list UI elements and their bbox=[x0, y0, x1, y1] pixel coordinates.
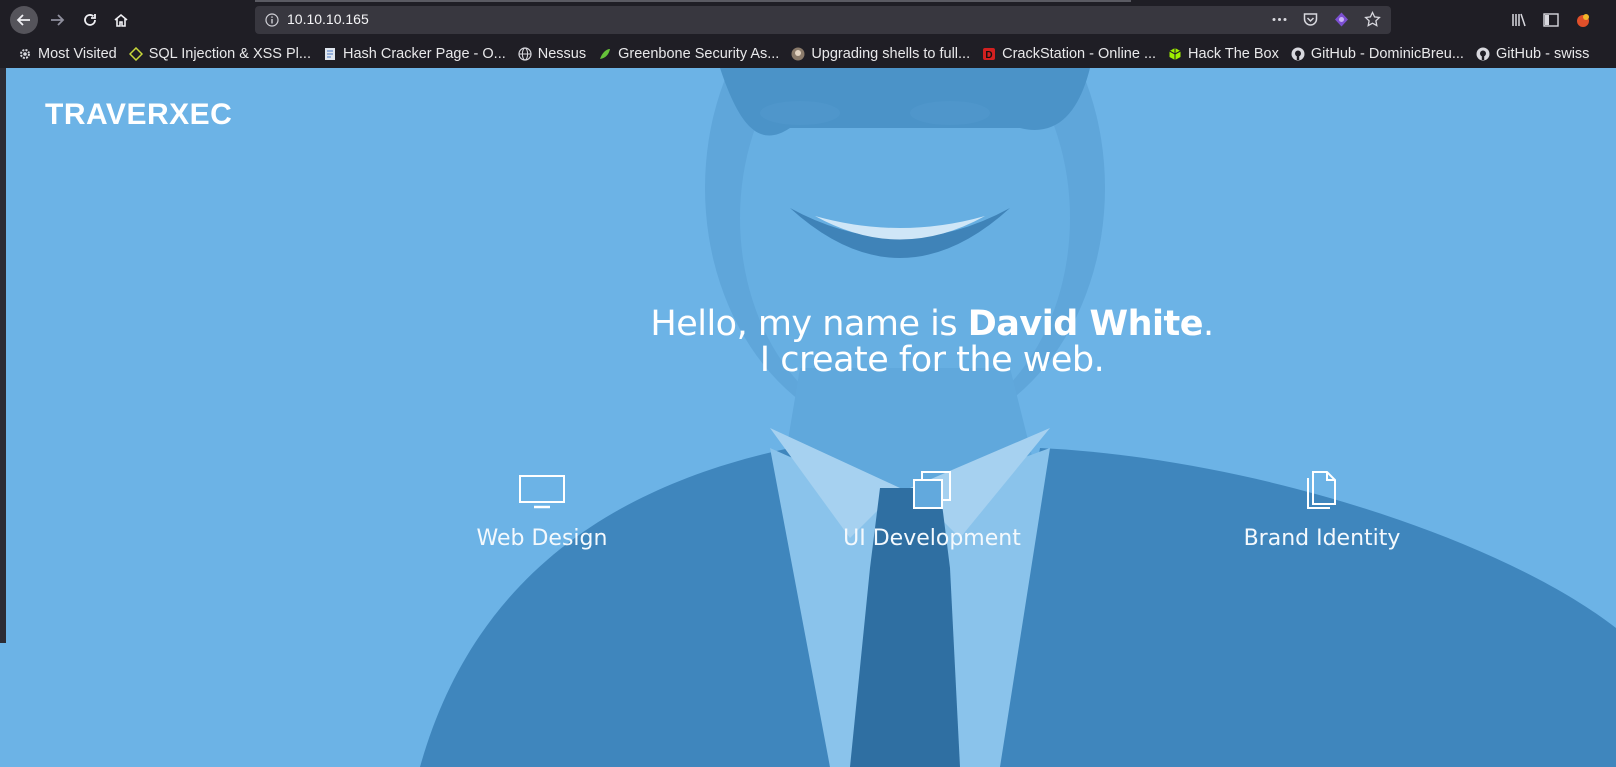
site-logo[interactable]: TRAVERXEC bbox=[45, 98, 232, 132]
home-button[interactable] bbox=[107, 6, 135, 34]
back-button[interactable] bbox=[10, 6, 38, 34]
github-icon bbox=[1476, 47, 1490, 61]
forward-button[interactable] bbox=[43, 6, 71, 34]
library-icon[interactable] bbox=[1510, 11, 1528, 29]
gear-icon bbox=[18, 47, 32, 61]
service-label: UI Development bbox=[843, 526, 1021, 551]
service-label: Web Design bbox=[476, 526, 608, 551]
globe-icon bbox=[518, 47, 532, 61]
url-text[interactable]: 10.10.10.165 bbox=[287, 11, 369, 27]
service-label: Brand Identity bbox=[1243, 526, 1401, 551]
reload-icon bbox=[84, 14, 96, 26]
bookmark-label: Greenbone Security As... bbox=[618, 46, 780, 62]
hero-greeting: Hello, my name is David White. bbox=[124, 304, 1616, 344]
github-icon bbox=[1291, 47, 1305, 61]
bookmark-github-swiss[interactable]: GitHub - swiss bbox=[1476, 46, 1589, 62]
bookmark-label: Upgrading shells to full... bbox=[811, 46, 971, 62]
documents-icon bbox=[1307, 471, 1336, 509]
more-actions-icon[interactable] bbox=[1271, 11, 1288, 28]
crackstation-icon: D bbox=[982, 47, 996, 61]
bookmark-nessus[interactable]: Nessus bbox=[518, 46, 586, 62]
url-bar[interactable]: 10.10.10.165 bbox=[255, 0, 1391, 34]
bookmark-most-visited[interactable]: Most Visited bbox=[18, 46, 117, 62]
browser-toolbar: 10.10.10.165 bbox=[0, 0, 1616, 40]
service-web-design: Web Design bbox=[412, 468, 672, 551]
hero-tagline: I create for the web. bbox=[759, 340, 1105, 380]
page-load-progress bbox=[255, 0, 1131, 2]
hero-period: . bbox=[1202, 304, 1214, 344]
bookmark-upgrading-shells[interactable]: Upgrading shells to full... bbox=[791, 46, 970, 62]
cube-icon bbox=[1168, 47, 1182, 61]
bookmark-label: GitHub - swiss bbox=[1495, 46, 1590, 62]
diamond-icon bbox=[128, 47, 143, 61]
window-edge bbox=[0, 68, 6, 643]
document-icon bbox=[323, 47, 337, 61]
bookmark-github-dominic[interactable]: GitHub - DominicBreu... bbox=[1291, 46, 1464, 62]
bookmark-hack-the-box[interactable]: Hack The Box bbox=[1168, 46, 1279, 62]
bookmark-label: Most Visited bbox=[38, 46, 117, 62]
bookmark-sql-injection[interactable]: SQL Injection & XSS Pl... bbox=[128, 46, 311, 62]
addon-icon[interactable] bbox=[1574, 11, 1592, 29]
pocket-icon[interactable] bbox=[1302, 11, 1319, 28]
home-icon bbox=[114, 13, 128, 27]
hero-name: David White bbox=[967, 304, 1204, 344]
bookmark-label: CrackStation - Online ... bbox=[1002, 46, 1157, 62]
monitor-icon bbox=[519, 475, 565, 509]
bookmark-crackstation[interactable]: D CrackStation - Online ... bbox=[982, 46, 1156, 62]
arrow-right-icon bbox=[51, 14, 65, 26]
page-content: TRAVERXEC Hello, my name is David White.… bbox=[0, 68, 1616, 767]
avatar-icon bbox=[791, 47, 805, 61]
extension-icon[interactable] bbox=[1333, 11, 1350, 28]
bookmark-hash-cracker[interactable]: Hash Cracker Page - O... bbox=[323, 46, 506, 62]
bookmark-label: GitHub - DominicBreu... bbox=[1310, 46, 1464, 62]
info-icon[interactable] bbox=[265, 13, 279, 27]
arrow-left-icon bbox=[16, 14, 30, 26]
bookmarks-toolbar: Most Visited SQL Injection & XSS Pl... H… bbox=[0, 40, 1616, 68]
reload-button[interactable] bbox=[76, 6, 104, 34]
star-icon[interactable] bbox=[1364, 11, 1381, 28]
hero-greeting-text: Hello, my name is bbox=[650, 304, 968, 344]
windows-stack-icon bbox=[913, 471, 951, 509]
sidebar-icon[interactable] bbox=[1542, 11, 1560, 29]
greenbone-icon bbox=[598, 47, 612, 61]
bookmark-label: Hash Cracker Page - O... bbox=[342, 46, 506, 62]
bookmark-greenbone[interactable]: Greenbone Security As... bbox=[598, 46, 779, 62]
service-brand-identity: Brand Identity bbox=[1192, 468, 1452, 551]
service-ui-development: UI Development bbox=[802, 468, 1062, 551]
svg-text:D: D bbox=[985, 50, 992, 61]
bookmark-label: Nessus bbox=[537, 46, 587, 62]
bookmark-label: SQL Injection & XSS Pl... bbox=[148, 46, 311, 62]
bookmark-label: Hack The Box bbox=[1188, 46, 1279, 62]
hero-background-photo bbox=[420, 68, 1616, 767]
